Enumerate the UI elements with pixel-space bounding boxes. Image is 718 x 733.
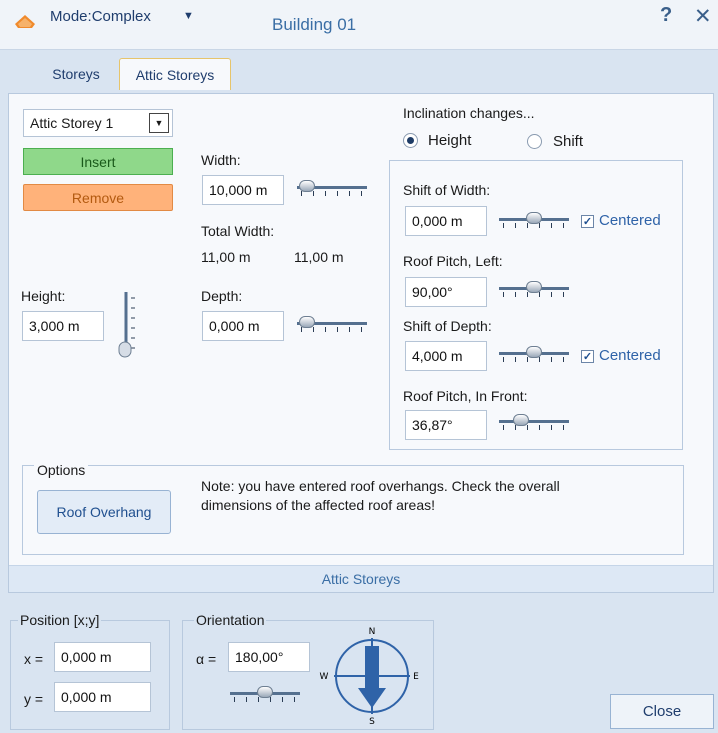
width-input[interactable]: 10,000 m [202,175,284,205]
total-width-label: Total Width: [201,223,275,239]
height-label: Height: [21,288,66,304]
help-icon[interactable]: ? [660,4,672,27]
roof-pitch-front-slider[interactable] [499,412,569,432]
centered-label-width[interactable]: Centered [599,212,661,229]
depth-label: Depth: [201,288,243,304]
chevron-down-icon[interactable]: ▼ [149,113,169,133]
shift-width-input[interactable]: 0,000 m [405,206,487,236]
compass-north: N [369,627,376,637]
options-label: Options [34,462,89,478]
width-slider[interactable] [297,178,367,198]
centered-label-depth[interactable]: Centered [599,347,661,364]
title-bar: Mode:Complex ▼ Building 01 ? ✕ [0,0,718,50]
close-button[interactable]: Close [610,694,714,729]
shift-depth-label: Shift of Depth: [403,318,492,334]
compass-icon[interactable]: N S E W [318,624,422,728]
shift-depth-input[interactable]: 4,000 m [405,341,487,371]
attic-storeys-panel: Attic Storey 1 ▼ Insert Remove Height: 3… [8,93,714,593]
roof-pitch-front-input[interactable]: 36,87° [405,410,487,440]
orientation-label: Orientation [194,612,267,628]
radio-height-label[interactable]: Height [428,132,471,149]
y-input[interactable]: 0,000 m [54,682,151,712]
alpha-input[interactable]: 180,00° [228,642,310,672]
roof-overhang-button[interactable]: Roof Overhang [37,490,171,534]
alpha-label: α = [196,651,217,667]
roof-pitch-left-input[interactable]: 90,00° [405,277,487,307]
radio-shift-label[interactable]: Shift [553,133,583,150]
overhang-note: Note: you have entered roof overhangs. C… [201,478,560,513]
shift-width-slider[interactable] [499,210,569,230]
position-label: Position [x;y] [18,612,102,628]
compass-east: E [413,672,419,682]
window-title: Building 01 [272,15,357,34]
roof-pitch-left-slider[interactable] [499,279,569,299]
compass-south: S [369,717,375,727]
mode-chevron-down-icon[interactable]: ▼ [183,10,194,22]
total-width-value-a: 11,00 m [201,249,251,265]
remove-button[interactable]: Remove [23,184,173,211]
total-width-value-b: 11,00 m [294,249,344,265]
roof-app-icon[interactable] [14,12,36,30]
position-group [10,620,170,730]
x-input[interactable]: 0,000 m [54,642,151,672]
roof-pitch-front-label: Roof Pitch, In Front: [403,388,528,404]
tab-attic-storeys[interactable]: Attic Storeys [119,58,231,90]
inclination-title: Inclination changes... [403,105,535,121]
shift-width-label: Shift of Width: [403,182,491,198]
attic-storey-select-value: Attic Storey 1 [30,115,114,131]
roof-pitch-left-label: Roof Pitch, Left: [403,253,503,269]
x-label: x = [24,651,44,667]
radio-height[interactable] [403,133,418,148]
height-input[interactable]: 3,000 m [22,311,104,341]
panel-footer-label: Attic Storeys [9,565,713,592]
compass-west: W [320,672,329,682]
width-label: Width: [201,152,241,168]
height-vertical-slider[interactable] [117,290,143,360]
tab-storeys[interactable]: Storeys [40,58,112,90]
attic-storey-select[interactable]: Attic Storey 1 ▼ [23,109,173,137]
close-window-icon[interactable]: ✕ [694,4,712,29]
shift-depth-slider[interactable] [499,344,569,364]
radio-shift[interactable] [527,134,542,149]
mode-dropdown-label[interactable]: Mode:Complex [50,8,151,25]
depth-input[interactable]: 0,000 m [202,311,284,341]
centered-checkbox-depth[interactable]: ✓ [581,350,594,363]
depth-slider[interactable] [297,314,367,334]
orientation-slider[interactable] [230,684,300,704]
y-label: y = [24,691,44,707]
insert-button[interactable]: Insert [23,148,173,175]
centered-checkbox-width[interactable]: ✓ [581,215,594,228]
